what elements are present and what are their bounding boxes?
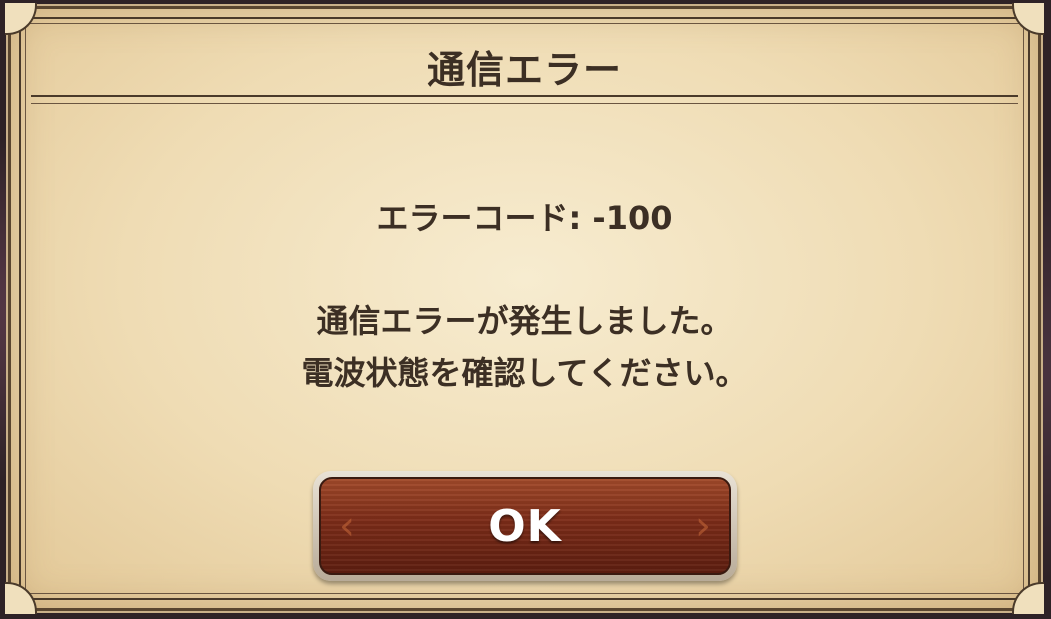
error-message-line-2: 電波状態を確認してください。	[301, 354, 748, 392]
error-message: 通信エラーが発生しました。 電波状態を確認してください。	[11, 295, 1038, 399]
error-code-text: エラーコード: -100	[376, 199, 673, 237]
frame-corner-bottom-left	[5, 582, 37, 614]
chevron-left-icon: ‹	[339, 503, 355, 549]
title-divider	[31, 95, 1018, 104]
ok-button-label: OK	[488, 500, 562, 552]
dialog-title: 通信エラー	[426, 48, 622, 92]
ok-button[interactable]: ‹ OK ›	[313, 471, 737, 581]
frame-corner-bottom-right	[1012, 582, 1044, 614]
error-dialog: 通信エラー エラーコード: -100 通信エラーが発生しました。 電波状態を確認…	[5, 3, 1044, 614]
error-message-line-1: 通信エラーが発生しました。	[316, 302, 733, 340]
chevron-right-icon: ›	[695, 503, 711, 549]
frame-corner-top-left	[5, 3, 37, 35]
frame-corner-top-right	[1012, 3, 1044, 35]
ok-button-face[interactable]: ‹ OK ›	[319, 477, 731, 575]
